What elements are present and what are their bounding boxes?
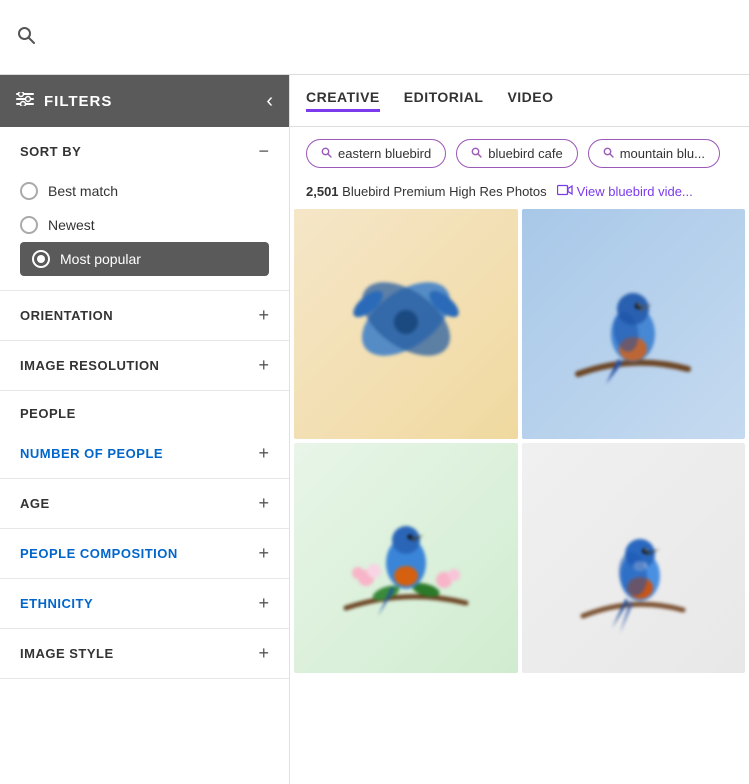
ethnicity-section: ETHNICITY + [0,579,289,629]
number-of-people-header[interactable]: NUMBER OF PEOPLE + [20,443,269,464]
image-grid [290,209,749,673]
orientation-plus-icon: + [258,305,269,326]
results-count: 2,501 Bluebird Premium High Res Photos [306,184,547,199]
people-section: PEOPLE [0,391,289,429]
people-composition-header[interactable]: PEOPLE COMPOSITION + [20,543,269,564]
tab-editorial[interactable]: EDITORIAL [404,89,484,112]
radio-newest [20,216,38,234]
image-cell-branch-bird[interactable] [522,209,746,439]
related-pill-label-0: eastern bluebird [338,146,431,161]
sidebar-header: FILTERS ‹ [0,75,289,127]
age-header[interactable]: AGE + [20,493,269,514]
image-style-section: IMAGE STYLE + [0,629,289,679]
people-composition-title: PEOPLE COMPOSITION [20,546,178,561]
main-layout: FILTERS ‹ SORT BY − Best match Newest [0,75,749,784]
results-label: Bluebird Premium High Res Photos [342,184,546,199]
related-pill-eastern-bluebird[interactable]: eastern bluebird [306,139,446,168]
ethnicity-plus-icon: + [258,593,269,614]
sidebar: FILTERS ‹ SORT BY − Best match Newest [0,75,290,784]
number-of-people-title: NUMBER OF PEOPLE [20,446,163,461]
pill-search-icon-0 [321,147,332,161]
related-pill-mountain-blu[interactable]: mountain blu... [588,139,720,168]
bird-visual-branch [544,232,723,416]
sort-option-newest[interactable]: Newest [20,208,269,242]
sort-by-section: SORT BY − Best match Newest [0,127,289,291]
orientation-title: ORIENTATION [20,308,113,323]
view-video-link[interactable]: View bluebird vide... [557,184,693,199]
image-style-title: IMAGE STYLE [20,646,114,661]
age-plus-icon: + [258,493,269,514]
image-resolution-title: IMAGE RESOLUTION [20,358,159,373]
minus-icon: − [258,141,269,162]
image-cell-white-bird[interactable] [522,443,746,673]
bird-visual-floral [316,466,495,650]
sort-option-best-match[interactable]: Best match [20,174,269,208]
search-icon [16,25,36,50]
tabs-bar: CREATIVE EDITORIAL VIDEO [290,75,749,127]
bird-visual-white [544,466,723,650]
radio-best-match [20,182,38,200]
results-number: 2,501 [306,184,339,199]
orientation-header[interactable]: ORIENTATION + [20,305,269,326]
related-pill-label-1: bluebird cafe [488,146,562,161]
content-area: CREATIVE EDITORIAL VIDEO eastern bluebir… [290,75,749,784]
people-title: PEOPLE [20,406,76,421]
image-resolution-plus-icon: + [258,355,269,376]
sidebar-header-left: FILTERS [16,92,112,110]
sort-label-most-popular: Most popular [60,251,141,267]
sort-by-title: SORT BY [20,144,81,159]
bird-visual-ribbon [316,232,495,416]
age-section: AGE + [0,479,289,529]
tab-video[interactable]: VIDEO [507,89,553,112]
results-bar: 2,501 Bluebird Premium High Res Photos V… [290,180,749,209]
related-pill-bluebird-cafe[interactable]: bluebird cafe [456,139,577,168]
image-cell-floral-bird[interactable] [294,443,518,673]
number-of-people-plus-icon: + [258,443,269,464]
image-resolution-header[interactable]: IMAGE RESOLUTION + [20,355,269,376]
filters-label: FILTERS [44,93,112,110]
pill-search-icon-1 [471,147,482,161]
sort-option-most-popular[interactable]: Most popular [20,242,269,276]
radio-inner-most-popular [37,255,45,263]
sort-by-header[interactable]: SORT BY − [20,141,269,162]
related-searches-bar: eastern bluebird bluebird cafe [290,127,749,180]
image-style-header[interactable]: IMAGE STYLE + [20,643,269,664]
search-bar: bluebird [0,0,749,75]
image-cell-ribbon-bird[interactable] [294,209,518,439]
age-title: AGE [20,496,50,511]
sort-label-newest: Newest [48,217,95,233]
ethnicity-title: ETHNICITY [20,596,93,611]
number-of-people-section: NUMBER OF PEOPLE + [0,429,289,479]
video-camera-icon [557,184,573,199]
orientation-section: ORIENTATION + [0,291,289,341]
related-pill-label-2: mountain blu... [620,146,705,161]
radio-most-popular [32,250,50,268]
sort-label-best-match: Best match [48,183,118,199]
tab-creative[interactable]: CREATIVE [306,89,380,112]
image-style-plus-icon: + [258,643,269,664]
filter-sliders-icon [16,92,34,110]
chevron-left-icon[interactable]: ‹ [266,90,273,113]
pill-search-icon-2 [603,147,614,161]
search-input[interactable]: bluebird [46,28,733,46]
sort-options: Best match Newest Most popular [20,174,269,276]
people-composition-plus-icon: + [258,543,269,564]
ethnicity-header[interactable]: ETHNICITY + [20,593,269,614]
people-composition-section: PEOPLE COMPOSITION + [0,529,289,579]
video-link-label: View bluebird vide... [577,184,693,199]
image-resolution-section: IMAGE RESOLUTION + [0,341,289,391]
